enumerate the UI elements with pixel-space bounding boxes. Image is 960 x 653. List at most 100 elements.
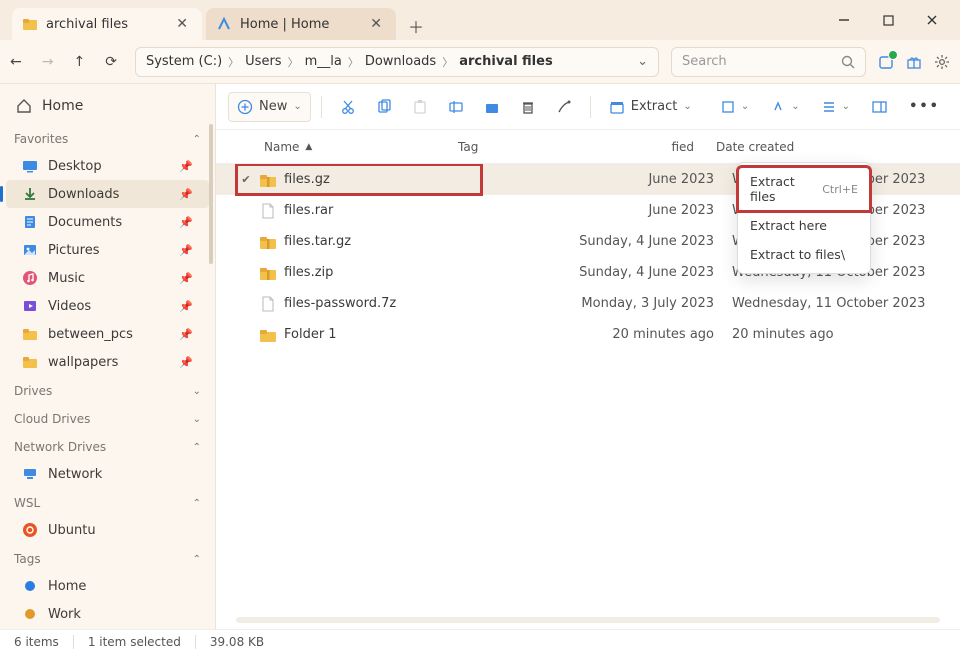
crumb[interactable]: m__la [305, 54, 342, 69]
chevron-down-icon: ⌄ [193, 414, 201, 425]
home-icon [16, 98, 32, 114]
section-drives[interactable]: Drives ⌄ [0, 376, 215, 404]
archive-folder-icon [256, 172, 280, 188]
close-window-button[interactable] [912, 6, 952, 34]
sidebar-item-network[interactable]: Network [6, 460, 209, 488]
file-name: files.zip [280, 265, 468, 280]
new-button-label: New [259, 99, 287, 114]
folder-icon [22, 16, 38, 32]
minimize-button[interactable] [824, 6, 864, 34]
sidebar-item-downloads[interactable]: Downloads📌 [6, 180, 209, 208]
chevron-down-icon: ⌄ [741, 101, 749, 112]
crumb[interactable]: Downloads [365, 54, 436, 69]
chevron-down-icon: ⌄ [683, 101, 691, 112]
section-label: Favorites [14, 132, 68, 146]
copy-button[interactable] [368, 92, 400, 122]
pin-icon: 📌 [179, 272, 193, 285]
extract-to-item[interactable]: Extract to files\ [738, 240, 870, 269]
new-button[interactable]: New ⌄ [228, 92, 311, 122]
section-favorites[interactable]: Favorites ⌃ [0, 124, 215, 152]
section-tags[interactable]: Tags ⌃ [0, 544, 215, 572]
sidebar-item-between_pcs[interactable]: between_pcs📌 [6, 320, 209, 348]
sidebar-tag-home[interactable]: Home [6, 572, 209, 600]
column-modified[interactable]: fied [522, 140, 712, 154]
chevron-up-icon: ⌃ [193, 134, 201, 145]
content: New ⌄ Extract ⌄ ⌄ ⌄ ⌄ ••• [216, 84, 960, 629]
file-modified: Monday, 3 July 2023 [542, 296, 732, 311]
file-row[interactable]: Folder 120 minutes ago20 minutes ago [216, 319, 960, 350]
column-tag[interactable]: Tag [458, 140, 518, 154]
file-created: Wednesday, 11 October 2023 [732, 296, 940, 311]
separator [590, 96, 591, 118]
crumb[interactable]: archival files [459, 54, 552, 69]
sidebar-item-desktop[interactable]: Desktop📌 [6, 152, 209, 180]
horizontal-scrollbar[interactable] [236, 617, 940, 623]
tab-archival-files[interactable]: archival files ✕ [12, 8, 202, 40]
cut-button[interactable] [332, 92, 364, 122]
extract-button[interactable]: Extract ⌄ [601, 92, 700, 122]
file-name: Folder 1 [280, 327, 468, 342]
sidebar-home[interactable]: Home [0, 88, 215, 124]
sidebar-item-documents[interactable]: Documents📌 [6, 208, 209, 236]
sort-button[interactable]: ⌄ [713, 92, 757, 122]
settings-icon[interactable] [934, 54, 950, 70]
file-icon [256, 296, 280, 312]
status-selected: 1 item selected [88, 635, 181, 649]
preview-pane-button[interactable] [864, 92, 895, 122]
sidebar-item-label: Downloads [48, 187, 119, 202]
menu-item-label: Extract to files\ [750, 247, 845, 262]
sidebar-item-label: wallpapers [48, 355, 118, 370]
new-tab-button[interactable]: ＋ [400, 12, 432, 40]
extract-files-item[interactable]: Extract files Ctrl+E [738, 167, 870, 211]
rename-button[interactable] [440, 92, 472, 122]
refresh-button[interactable]: ⟳ [105, 54, 117, 70]
tab-close-button[interactable]: ✕ [366, 14, 386, 34]
file-icon [256, 203, 280, 219]
up-button[interactable]: ↑ [73, 54, 85, 70]
delete-button[interactable] [512, 92, 544, 122]
share-button[interactable] [476, 92, 508, 122]
section-network-drives[interactable]: Network Drives ⌃ [0, 432, 215, 460]
view-button[interactable]: ⌄ [814, 92, 858, 122]
separator [195, 635, 196, 649]
menu-item-label: Extract here [750, 218, 827, 233]
status-tray-icon[interactable] [878, 54, 894, 70]
more-button[interactable]: ••• [901, 92, 948, 122]
paste-button[interactable] [404, 92, 436, 122]
sidebar-item-music[interactable]: Music 📌 [6, 264, 209, 292]
forward-button[interactable]: → [42, 54, 54, 70]
main: Home Favorites ⌃ Desktop📌Downloads📌Docum… [0, 84, 960, 629]
sidebar-item-wallpapers[interactable]: wallpapers📌 [6, 348, 209, 376]
nav-buttons: ← → ↑ ⟳ [10, 54, 123, 70]
section-label: Cloud Drives [14, 412, 90, 426]
sidebar-tag-work[interactable]: Work [6, 600, 209, 628]
back-button[interactable]: ← [10, 54, 22, 70]
tab-home[interactable]: Home | Home ✕ [206, 8, 396, 40]
sidebar-item-label: Music [48, 271, 85, 286]
section-wsl[interactable]: WSL ⌃ [0, 488, 215, 516]
tab-close-button[interactable]: ✕ [172, 14, 192, 34]
sidebar-item-videos[interactable]: Videos📌 [6, 292, 209, 320]
address-bar[interactable]: System (C:)〉 Users〉 m__la〉 Downloads〉 ar… [135, 47, 659, 77]
sidebar-item-pictures[interactable]: Pictures📌 [6, 236, 209, 264]
crumb[interactable]: System (C:) [146, 54, 222, 69]
sidebar-item-ubuntu[interactable]: Ubuntu [6, 516, 209, 544]
sidebar-item-label: Work [48, 607, 81, 622]
column-created[interactable]: Date created [716, 140, 940, 154]
address-dropdown-button[interactable]: ⌄ [637, 54, 648, 69]
crumb[interactable]: Users [245, 54, 281, 69]
section-cloud-drives[interactable]: Cloud Drives ⌄ [0, 404, 215, 432]
gift-icon[interactable] [906, 54, 922, 70]
search-input[interactable]: Search [671, 47, 866, 77]
row-checkbox[interactable]: ✔ [236, 173, 256, 186]
column-name[interactable]: Name ▲ [264, 140, 454, 154]
properties-button[interactable] [548, 92, 580, 122]
dot-icon [22, 606, 38, 622]
maximize-button[interactable] [868, 6, 908, 34]
sort-direction-button[interactable]: ⌄ [763, 92, 807, 122]
separator [321, 96, 322, 118]
section-label: Network Drives [14, 440, 106, 454]
extract-here-item[interactable]: Extract here [738, 211, 870, 240]
chevron-right-icon: 〉 [288, 54, 299, 70]
file-row[interactable]: files-password.7zMonday, 3 July 2023Wedn… [216, 288, 960, 319]
